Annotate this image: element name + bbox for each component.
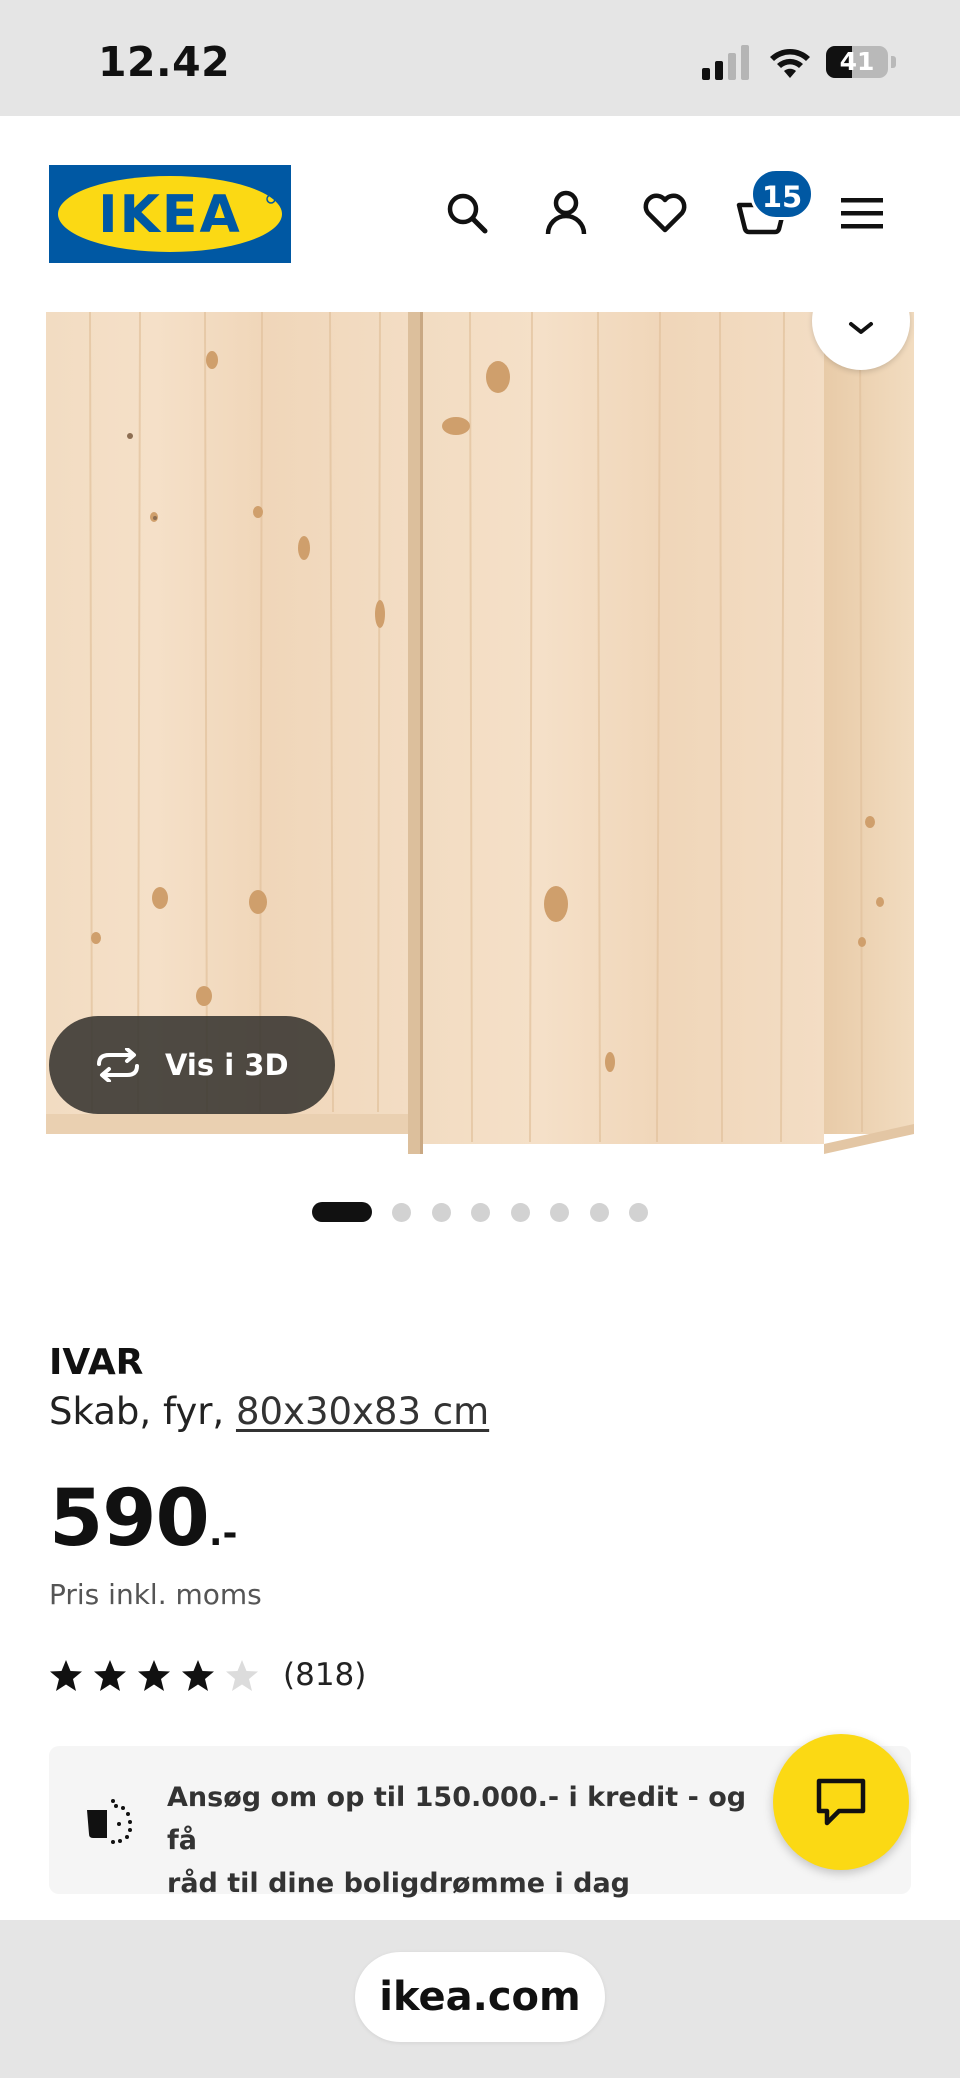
menu-button[interactable] — [829, 180, 895, 246]
search-icon — [447, 193, 488, 234]
product-price: 590.- — [49, 1474, 237, 1564]
piggy-bank-icon — [87, 1799, 132, 1844]
url-field[interactable]: ikea.com — [355, 1952, 605, 2042]
chat-icon — [816, 1778, 866, 1826]
pagination-dot[interactable] — [471, 1203, 490, 1222]
view-in-3d-label: Vis i 3D — [165, 1048, 289, 1082]
star-filled-icon — [50, 1660, 82, 1691]
star-filled-icon — [138, 1660, 170, 1691]
signal-icon — [702, 45, 749, 80]
price-note: Pris inkl. moms — [49, 1578, 262, 1611]
star-filled-icon — [182, 1660, 214, 1691]
pagination-dot[interactable] — [589, 1203, 609, 1222]
product-name: IVAR — [49, 1342, 144, 1383]
star-filled-icon — [94, 1660, 126, 1691]
pagination-dot[interactable] — [392, 1203, 411, 1222]
menu-icon — [841, 198, 883, 229]
browser-url-bar: ikea.com — [0, 1920, 960, 2078]
price-integer: 590 — [49, 1474, 210, 1564]
account-icon — [545, 190, 587, 235]
view-in-3d-button[interactable]: Vis i 3D — [49, 1016, 335, 1114]
pagination-dot-active[interactable] — [312, 1202, 372, 1222]
credit-banner-text: Ansøg om op til 150.000.- i kredit - og … — [167, 1776, 767, 1905]
heart-icon — [643, 193, 687, 233]
pagination-dot[interactable] — [629, 1203, 648, 1222]
status-bar: 12.42 41 — [0, 0, 960, 116]
battery-level: 41 — [839, 47, 875, 76]
ikea-logo[interactable]: IKEA — [49, 165, 291, 263]
chat-button[interactable] — [773, 1734, 909, 1870]
product-dimensions-link[interactable]: 80x30x83 cm — [236, 1390, 489, 1433]
wifi-icon — [770, 49, 810, 78]
credit-banner-line1: Ansøg om op til 150.000.- i kredit - og … — [167, 1782, 747, 1856]
star-empty-icon — [226, 1660, 258, 1691]
price-suffix: .- — [208, 1513, 238, 1554]
pagination-dot[interactable] — [550, 1203, 569, 1222]
favourites-button[interactable] — [632, 180, 698, 246]
product-type: Skab, fyr, — [49, 1390, 225, 1433]
account-button[interactable] — [533, 180, 599, 246]
battery-icon: 41 — [826, 46, 898, 78]
image-favourite-button[interactable] — [812, 312, 910, 370]
product-gallery[interactable]: Vis i 3D — [0, 312, 960, 1162]
pagination-dot[interactable] — [431, 1203, 451, 1222]
review-count: (818) — [283, 1657, 367, 1693]
chevron-down-icon — [849, 322, 873, 334]
status-time: 12.42 — [98, 38, 231, 86]
rotate-3d-icon — [97, 1048, 139, 1082]
search-button[interactable] — [434, 180, 500, 246]
cart-count-badge: 15 — [750, 168, 814, 220]
logo-text: IKEA — [98, 185, 241, 245]
site-header: IKEA 15 — [0, 116, 960, 312]
pagination-dot[interactable] — [510, 1203, 530, 1222]
product-description: Skab, fyr, 80x30x83 cm — [49, 1390, 489, 1433]
credit-banner-line2: råd til dine boligdrømme i dag — [167, 1868, 631, 1899]
